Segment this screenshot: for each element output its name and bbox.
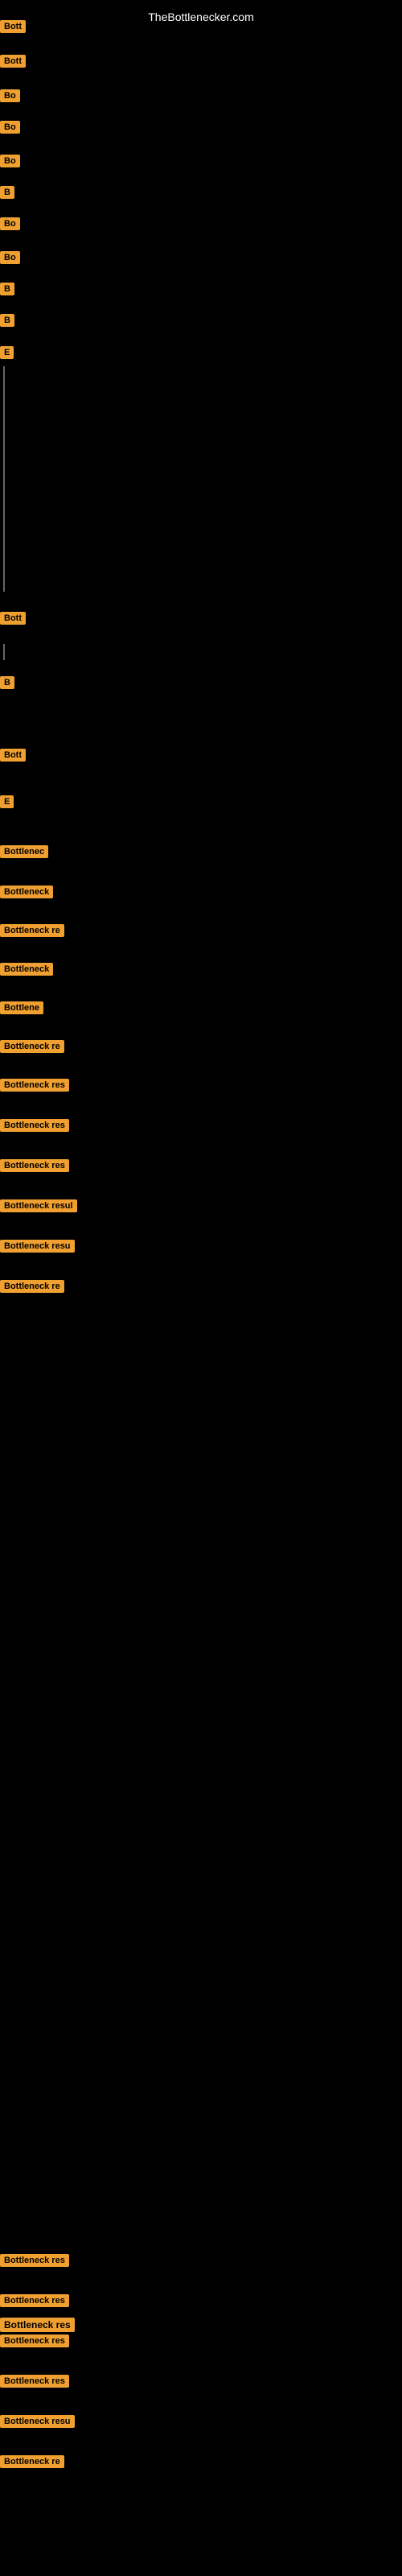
badge-2: Bott	[0, 55, 26, 68]
badge-18: Bottleneck re	[0, 924, 64, 937]
badge-22: Bottleneck res	[0, 1079, 69, 1092]
site-title: TheBottlenecker.com	[148, 4, 254, 30]
badge-25: Bottleneck resul	[0, 1199, 77, 1212]
badge-17: Bottleneck	[0, 886, 53, 898]
badge-30: Bottleneck res	[0, 2334, 69, 2347]
badge-4: Bo	[0, 121, 20, 134]
badge-12: Bott	[0, 612, 26, 625]
badge-10: B	[0, 314, 14, 327]
vertical-line-2	[3, 644, 5, 660]
bottleneck-res-label: Bottleneck res	[0, 2318, 75, 2332]
badge-21: Bottleneck re	[0, 1040, 64, 1053]
badge-14: Bott	[0, 749, 26, 762]
badge-28: Bottleneck res	[0, 2254, 69, 2267]
badge-24: Bottleneck res	[0, 1159, 69, 1172]
badge-29: Bottleneck res	[0, 2294, 69, 2307]
badge-7: Bo	[0, 217, 20, 230]
badge-9: B	[0, 283, 14, 295]
badge-33: Bottleneck re	[0, 2455, 64, 2468]
badge-31: Bottleneck res	[0, 2375, 69, 2388]
badge-19: Bottleneck	[0, 963, 53, 976]
badge-6: B	[0, 186, 14, 199]
badge-23: Bottleneck res	[0, 1119, 69, 1132]
badge-5: Bo	[0, 155, 20, 167]
badge-20: Bottlene	[0, 1001, 43, 1014]
badge-32: Bottleneck resu	[0, 2415, 75, 2428]
badge-11: E	[0, 346, 14, 359]
badge-26: Bottleneck resu	[0, 1240, 75, 1253]
badge-1: Bott	[0, 20, 26, 33]
badge-16: Bottlenec	[0, 845, 48, 858]
badge-27: Bottleneck re	[0, 1280, 64, 1293]
vertical-line-1	[3, 366, 5, 592]
badge-13: B	[0, 676, 14, 689]
badge-8: Bo	[0, 251, 20, 264]
badge-3: Bo	[0, 89, 20, 102]
badge-15: E	[0, 795, 14, 808]
